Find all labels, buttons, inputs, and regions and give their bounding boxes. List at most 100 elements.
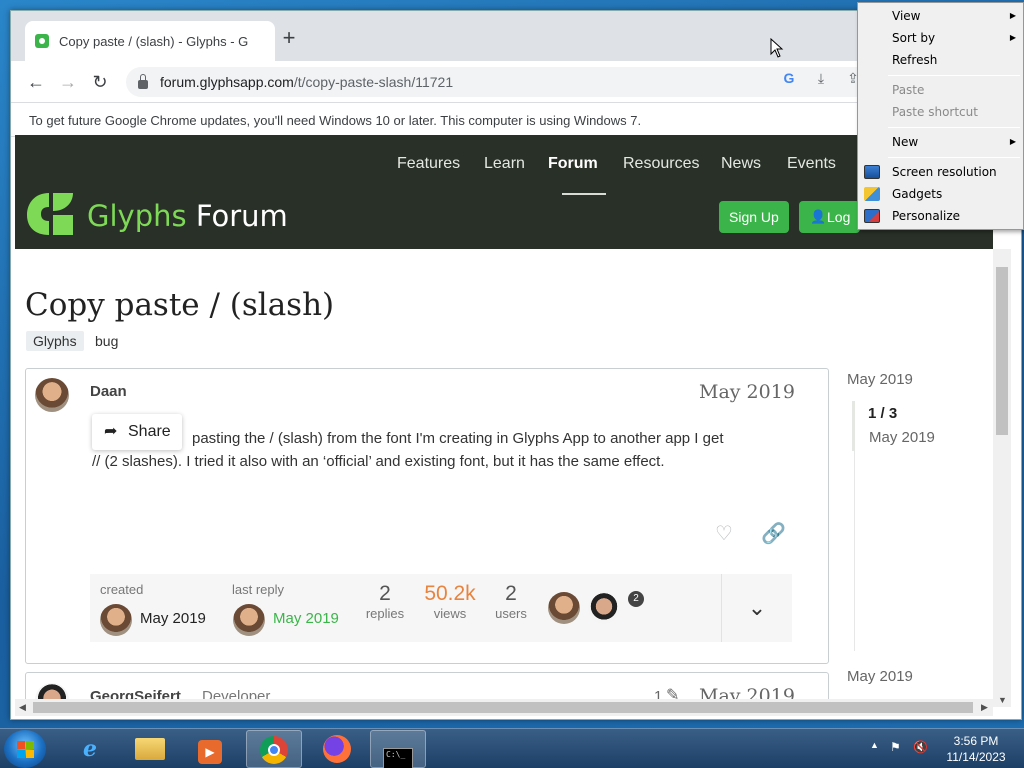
menu-item-screen-resolution[interactable]: Screen resolution	[892, 162, 1020, 182]
screen-resolution-icon	[864, 165, 880, 179]
reload-button[interactable]: ↻	[87, 69, 113, 95]
file-explorer-icon[interactable]	[122, 730, 178, 768]
nav-news[interactable]: News	[721, 155, 761, 173]
firefox-icon[interactable]	[309, 730, 365, 768]
like-heart-icon[interactable]: ♡	[715, 521, 733, 546]
action-center-icon[interactable]: ⚑	[890, 740, 901, 754]
media-player-icon[interactable]: ▶	[182, 730, 238, 768]
post-text-line-2: // (2 slashes). I tried it also with an …	[92, 453, 665, 470]
install-app-icon[interactable]: ⤓	[811, 68, 831, 88]
tab-title: Copy paste / (slash) - Glyphs - G	[59, 33, 249, 49]
scroll-right-arrow-icon[interactable]: ▶	[981, 702, 988, 713]
post-date[interactable]: May 2019	[699, 381, 795, 403]
category-badge[interactable]: Glyphs	[26, 331, 84, 351]
taskbar: e ▶ C:\_ ▲ ⚑ 🔇 3:56 PM 11/14/2023	[0, 728, 1024, 768]
personalize-icon	[864, 209, 880, 223]
post-text-line-1: pasting the / (slash) from the font I'm …	[192, 430, 724, 447]
vertical-scroll-thumb[interactable]	[996, 267, 1008, 435]
gadgets-icon	[864, 187, 880, 201]
new-tab-button[interactable]: +	[275, 25, 303, 53]
site-brand[interactable]: Glyphs Forum	[87, 199, 288, 233]
menu-item-view[interactable]: View ▶	[892, 6, 1020, 26]
avatar[interactable]	[35, 378, 69, 412]
submenu-arrow-icon: ▶	[1009, 33, 1016, 42]
post-body: pasting the / (slash) from the font I'm …	[92, 427, 802, 473]
google-translate-icon[interactable]: G	[779, 68, 799, 88]
replies-label: replies	[365, 606, 405, 621]
timeline-rail[interactable]	[854, 451, 855, 651]
forward-button[interactable]: →	[55, 69, 81, 95]
menu-item-paste-shortcut: Paste shortcut	[892, 105, 978, 119]
internet-explorer-icon[interactable]: e	[62, 730, 118, 768]
post-count-badge: 2	[628, 591, 644, 607]
share-popup-button[interactable]: Share	[92, 414, 182, 450]
copy-link-icon[interactable]: 🔗	[761, 521, 786, 546]
submenu-arrow-icon: ▶	[1009, 11, 1016, 20]
menu-item-label: Sort by	[892, 31, 936, 45]
menu-item-personalize[interactable]: Personalize	[892, 206, 1020, 226]
sign-up-button[interactable]: Sign Up	[719, 201, 789, 233]
avatar[interactable]	[548, 592, 580, 624]
command-prompt-icon[interactable]: C:\_	[370, 730, 426, 768]
show-hidden-icons-icon[interactable]: ▲	[870, 740, 879, 750]
volume-muted-icon[interactable]: 🔇	[913, 740, 928, 754]
horizontal-scrollbar[interactable]: ◀ ▶	[15, 699, 993, 716]
timeline-end-date[interactable]: May 2019	[847, 668, 913, 685]
chevron-down-icon: ⌄	[747, 595, 767, 620]
timeline-handle[interactable]	[852, 401, 855, 451]
menu-item-new[interactable]: New ▶	[892, 132, 1020, 152]
nav-events[interactable]: Events	[787, 155, 836, 173]
site-header: Features Learn Forum Resources News Even…	[15, 135, 993, 249]
nav-learn[interactable]: Learn	[484, 155, 525, 173]
mouse-cursor-icon	[770, 38, 784, 58]
menu-item-label: View	[892, 9, 921, 23]
glyphs-logo-icon[interactable]	[25, 191, 75, 237]
back-button[interactable]: ←	[23, 69, 49, 95]
start-button[interactable]	[4, 730, 46, 768]
expand-topic-map-button[interactable]: ⌄	[721, 574, 792, 642]
replies-stat: 2 replies	[355, 582, 415, 621]
views-count: 50.2k	[424, 582, 476, 605]
menu-item-refresh[interactable]: Refresh	[892, 50, 1020, 70]
web-page: Features Learn Forum Resources News Even…	[15, 135, 993, 707]
nav-forum[interactable]: Forum	[548, 155, 598, 173]
views-label: views	[433, 606, 467, 621]
menu-item-gadgets[interactable]: Gadgets	[892, 184, 1020, 204]
avatar[interactable]	[233, 604, 265, 636]
address-bar[interactable]: forum.glyphsapp.com/t/copy-paste-slash/1…	[126, 67, 886, 97]
post-author[interactable]: Daan	[90, 383, 127, 400]
users-count: 2	[505, 582, 517, 605]
nav-resources[interactable]: Resources	[623, 155, 699, 173]
timeline-position: 1 / 3	[868, 405, 898, 422]
topic-map: created May 2019 last reply May 2019 2 re…	[90, 574, 792, 642]
replies-count: 2	[379, 582, 391, 605]
avatar[interactable]	[100, 604, 132, 636]
tag-bug[interactable]: bug	[88, 331, 125, 351]
url-path: /t/copy-paste-slash/11721	[293, 74, 454, 90]
desktop-context-menu: View ▶ Sort by ▶ Refresh Paste Paste short…	[857, 2, 1024, 230]
log-in-label: Log	[827, 209, 851, 225]
menu-separator	[888, 157, 1020, 158]
browser-tab[interactable]: Copy paste / (slash) - Glyphs - G	[25, 21, 275, 61]
topic-title: Copy paste / (slash)	[25, 287, 335, 323]
views-stat: 50.2k views	[420, 582, 480, 621]
vertical-scrollbar[interactable]: ▼	[993, 249, 1011, 707]
menu-item-sort-by[interactable]: Sort by ▶	[892, 28, 1020, 48]
menu-separator	[888, 75, 1020, 76]
brand-forum: Forum	[195, 199, 288, 233]
submenu-arrow-icon: ▶	[1009, 137, 1016, 146]
avatar[interactable]	[588, 592, 620, 624]
user-icon: 👤	[810, 209, 827, 224]
horizontal-scroll-thumb[interactable]	[33, 702, 973, 713]
nav-features[interactable]: Features	[397, 155, 460, 173]
scroll-left-arrow-icon[interactable]: ◀	[19, 702, 26, 713]
timeline-start-date[interactable]: May 2019	[847, 371, 913, 388]
last-reply-date[interactable]: May 2019	[273, 610, 339, 627]
glyphs-favicon-icon	[35, 34, 49, 48]
scroll-down-arrow-icon[interactable]: ▼	[998, 695, 1007, 705]
timeline-current-date: May 2019	[869, 429, 935, 446]
windows-logo-icon	[17, 741, 25, 749]
system-clock[interactable]: 3:56 PM 11/14/2023	[936, 733, 1016, 765]
log-in-button[interactable]: 👤 Log	[799, 201, 861, 233]
chrome-icon[interactable]	[246, 730, 302, 768]
